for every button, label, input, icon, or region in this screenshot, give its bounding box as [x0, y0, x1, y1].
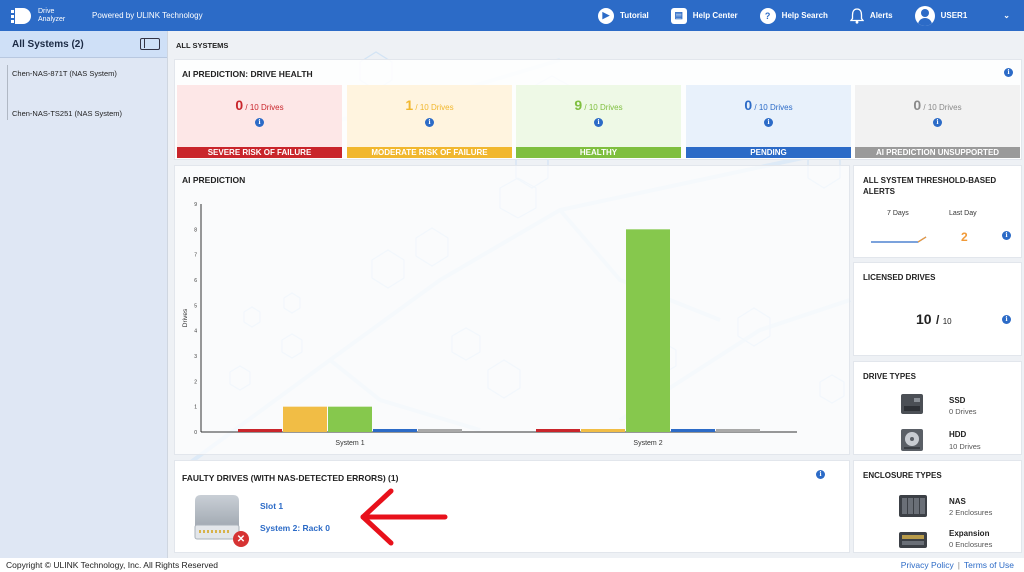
faulty-drive-location-link[interactable]: System 2: Rack 0: [260, 523, 330, 533]
enclosure-types-panel: ENCLOSURE TYPES NAS 2 Enclosures Expansi…: [853, 460, 1022, 553]
health-card-label: HEALTHY: [516, 147, 681, 158]
chart-bar-0-2: [328, 406, 372, 432]
faulty-drive-slot-link[interactable]: Slot 1: [260, 501, 283, 511]
drive-health-panel: AI PREDICTION: DRIVE HEALTH i 0 / 10 Dri…: [174, 59, 1022, 160]
chart-x-tick-label: System 2: [633, 440, 662, 447]
chart-bar-0-1: [283, 406, 327, 432]
chart-x-tick-label: System 1: [335, 440, 364, 447]
nas-icon: [899, 495, 927, 517]
last-day-label: Last Day: [949, 210, 977, 217]
alerts-sparkline: [871, 236, 927, 243]
ssd-icon: [901, 394, 923, 414]
chart-bar-0-0: [238, 429, 282, 432]
expansion-icon: [899, 532, 927, 548]
faulty-drives-panel: FAULTY DRIVES (WITH NAS-DETECTED ERRORS)…: [174, 460, 850, 553]
threshold-alerts-panel: ALL SYSTEM THRESHOLD-BASED ALERTS 7 Days…: [853, 165, 1022, 258]
faulty-drives-title: FAULTY DRIVES (WITH NAS-DETECTED ERRORS)…: [182, 473, 399, 483]
health-card-info-icon[interactable]: i: [764, 118, 773, 127]
health-card-label: SEVERE RISK OF FAILURE: [177, 147, 342, 158]
chart-bar-1-4: [716, 429, 760, 432]
error-x-icon: ✕: [233, 531, 249, 547]
ssd-label: SSD: [949, 396, 966, 405]
ssd-count: 0 Drives: [949, 407, 977, 416]
threshold-alerts-title: ALL SYSTEM THRESHOLD-BASED ALERTS: [863, 176, 997, 196]
alerts-info-icon[interactable]: i: [1002, 231, 1011, 240]
chart-y-tick-label: 5: [194, 303, 197, 309]
faulty-drives-info-icon[interactable]: i: [816, 470, 825, 479]
ai-prediction-panel: AI PREDICTION 0 1 2 3 4 5 6 7 8 9 Drives System 1 Sy…: [174, 165, 850, 455]
health-card-label: MODERATE RISK OF FAILURE: [347, 147, 512, 158]
health-card-label: PENDING: [686, 147, 851, 158]
licensed-info-icon[interactable]: i: [1002, 315, 1011, 324]
seven-days-label: 7 Days: [887, 210, 909, 217]
chart-y-axis-label: Drives: [182, 308, 189, 327]
footer-links: Privacy Policy | Terms of Use: [901, 560, 1014, 570]
chart-bar-0-3: [373, 429, 417, 432]
hdd-icon: [901, 429, 923, 451]
chart-bar-1-1: [581, 429, 625, 432]
licensed-drives-title: LICENSED DRIVES: [863, 273, 936, 282]
health-card-count: 1 / 10 Drives: [405, 97, 454, 113]
licensed-drives-count: 10 / 10: [916, 311, 952, 327]
chart-bar-1-3: [671, 429, 715, 432]
chart-bar-0-4: [418, 429, 462, 432]
page-title: ALL SYSTEMS: [176, 41, 229, 50]
health-card-count: 0 / 10 Drives: [744, 97, 793, 113]
chart-y-tick-label: 7: [194, 253, 197, 259]
drive-types-panel: DRIVE TYPES SSD 0 Drives HDD 10 Drives: [853, 361, 1022, 455]
health-card-1[interactable]: 1 / 10 Drives i MODERATE RISK OF FAILURE: [347, 85, 512, 158]
expansion-count: 0 Enclosures: [949, 540, 993, 549]
hdd-label: HDD: [949, 430, 967, 439]
health-card-info-icon[interactable]: i: [594, 118, 603, 127]
terms-of-use-link[interactable]: Terms of Use: [964, 560, 1014, 570]
chart-y-tick-label: 8: [194, 227, 197, 233]
enclosure-types-title: ENCLOSURE TYPES: [863, 471, 942, 480]
chart-y-tick-label: 9: [194, 202, 197, 208]
drive-health-info-icon[interactable]: i: [1004, 68, 1013, 77]
ai-prediction-chart: 0 1 2 3 4 5 6 7 8 9 Drives System 1 System 2: [182, 202, 797, 447]
nas-label: NAS: [949, 497, 966, 506]
red-arrow-annotation: [360, 488, 448, 546]
health-card-2[interactable]: 9 / 10 Drives i HEALTHY: [516, 85, 681, 158]
health-card-3[interactable]: 0 / 10 Drives i PENDING: [686, 85, 851, 158]
health-card-info-icon[interactable]: i: [425, 118, 434, 127]
chart-y-tick-label: 2: [194, 379, 197, 385]
health-card-label: AI PREDICTION UNSUPPORTED: [855, 147, 1020, 158]
privacy-policy-link[interactable]: Privacy Policy: [901, 560, 954, 570]
health-card-0[interactable]: 0 / 10 Drives i SEVERE RISK OF FAILURE: [177, 85, 342, 158]
health-card-4[interactable]: 0 / 10 Drives i AI PREDICTION UNSUPPORTED: [855, 85, 1020, 158]
chart-y-tick-label: 6: [194, 278, 197, 284]
chart-bar-1-2: [626, 229, 670, 432]
health-card-info-icon[interactable]: i: [255, 118, 264, 127]
health-card-count: 0 / 10 Drives: [235, 97, 284, 113]
chart-y-tick-label: 3: [194, 354, 197, 360]
health-card-info-icon[interactable]: i: [933, 118, 942, 127]
health-card-count: 0 / 10 Drives: [913, 97, 962, 113]
chart-bar-1-0: [536, 429, 580, 432]
licensed-drives-panel: LICENSED DRIVES 10 / 10 i: [853, 262, 1022, 356]
footer-separator: |: [957, 560, 960, 570]
copyright-text: Copyright © ULINK Technology, Inc. All R…: [6, 560, 218, 570]
chart-y-tick-label: 4: [194, 329, 197, 335]
drive-types-title: DRIVE TYPES: [863, 372, 916, 381]
nas-count: 2 Enclosures: [949, 508, 993, 517]
hdd-count: 10 Drives: [949, 442, 981, 451]
footer: Copyright © ULINK Technology, Inc. All R…: [0, 558, 1024, 572]
chart-y-tick-label: 1: [194, 405, 197, 411]
expansion-label: Expansion: [949, 529, 990, 538]
last-day-alert-count[interactable]: 2: [961, 230, 968, 244]
chart-y-tick-label: 0: [194, 430, 197, 436]
drive-health-title: AI PREDICTION: DRIVE HEALTH: [182, 69, 313, 79]
health-card-count: 9 / 10 Drives: [574, 97, 623, 113]
